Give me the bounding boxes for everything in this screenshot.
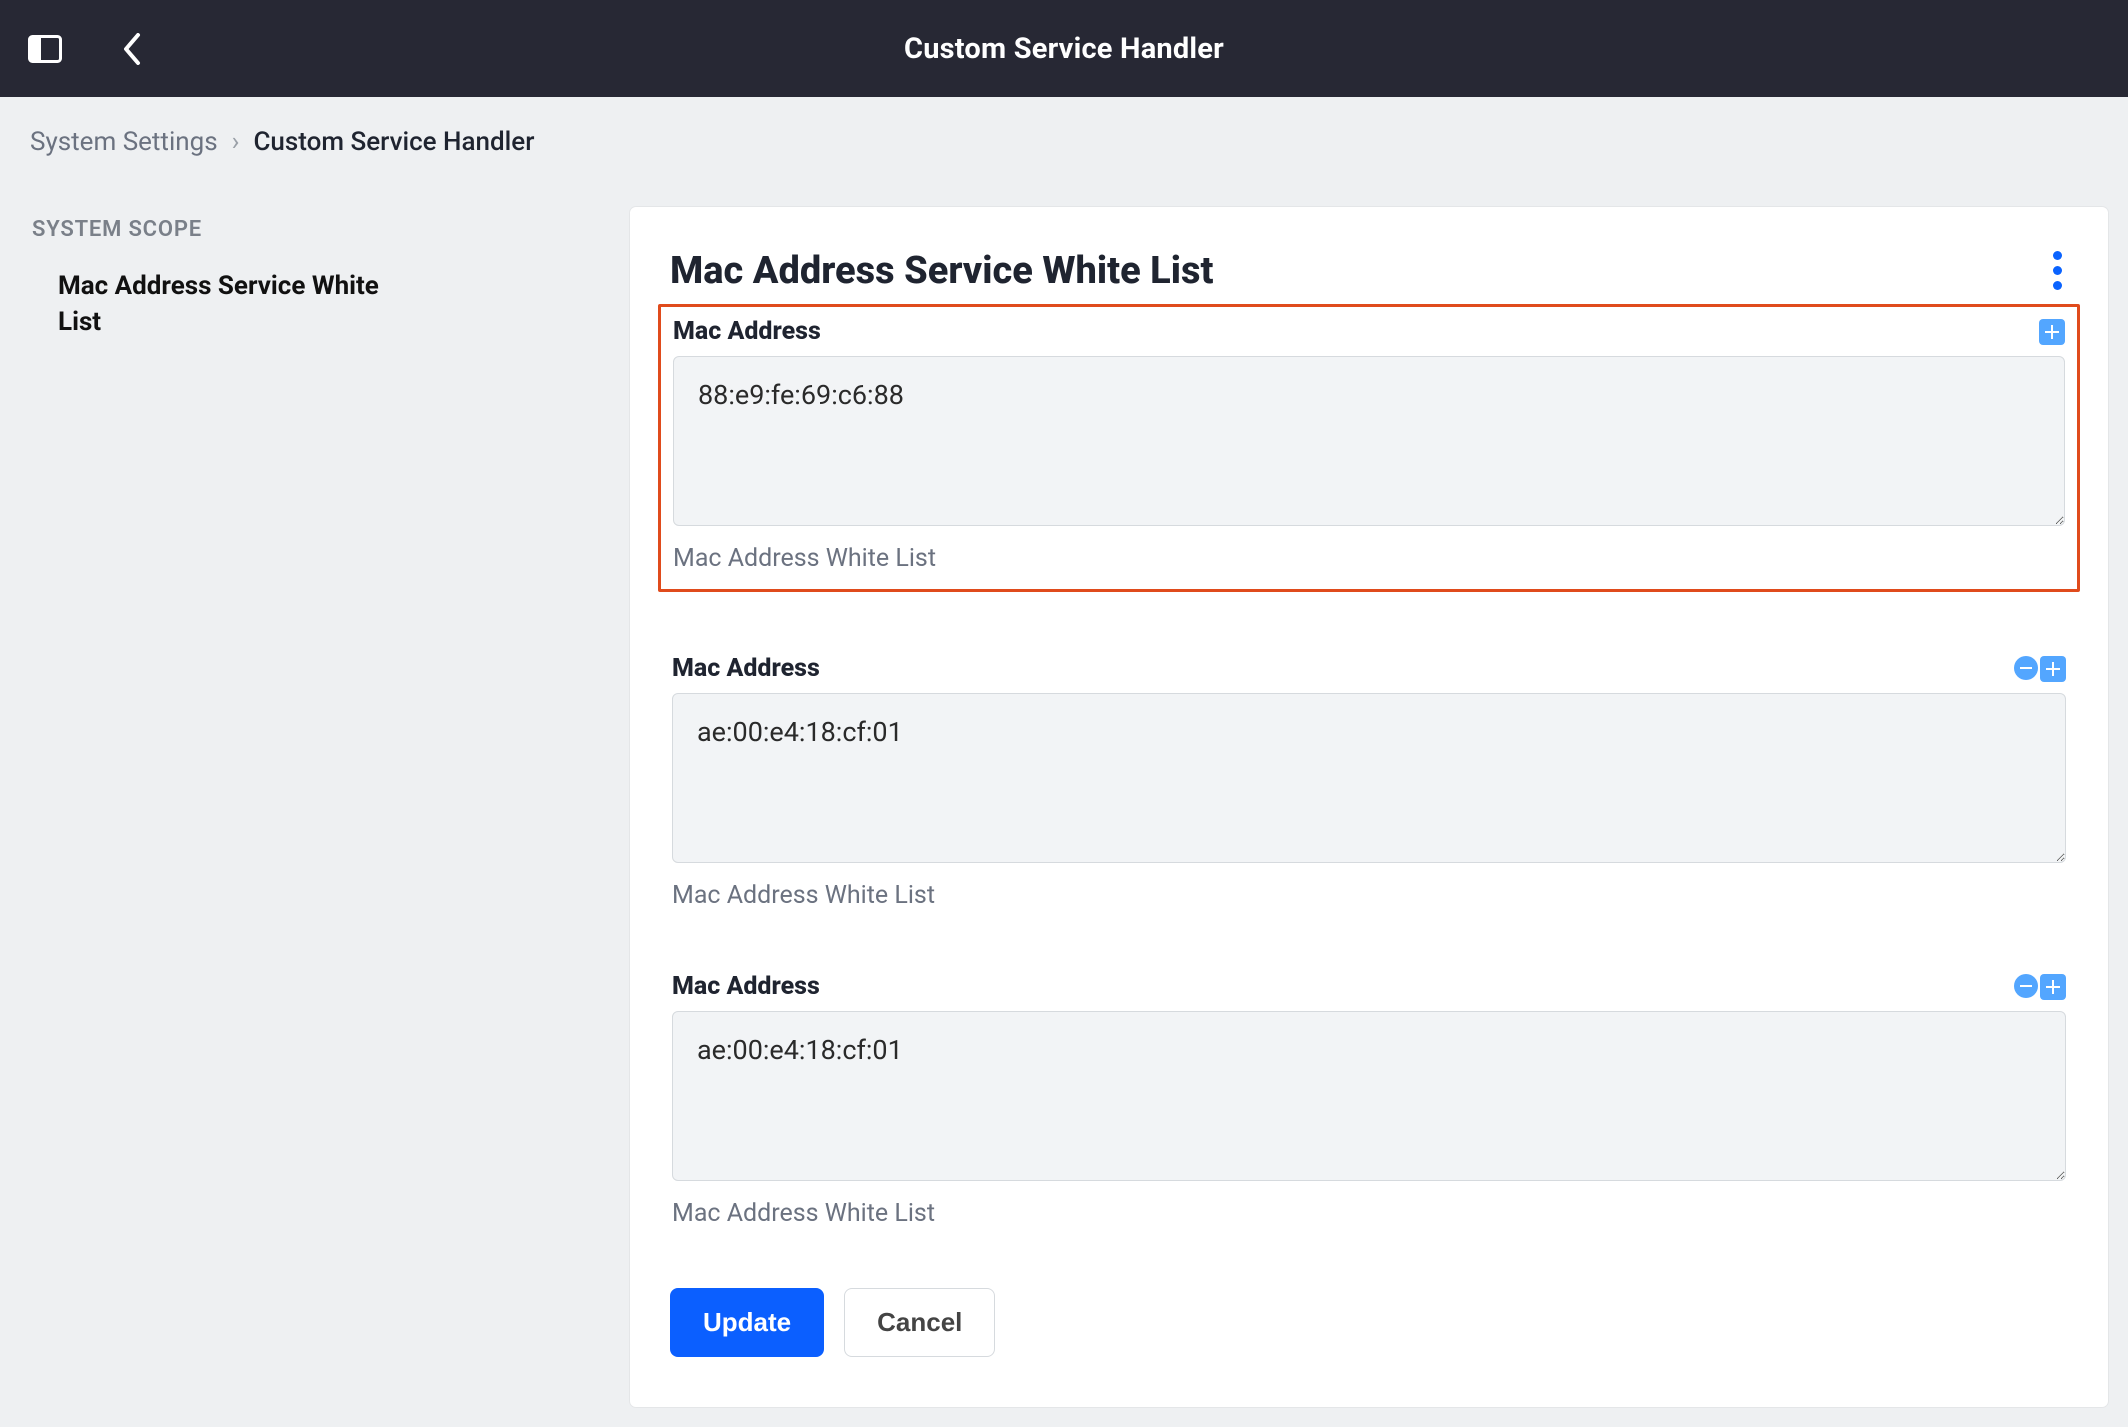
mac-address-input[interactable]: [672, 693, 2066, 863]
add-icon[interactable]: [2039, 319, 2065, 345]
back-icon[interactable]: [122, 33, 142, 65]
update-button[interactable]: Update: [670, 1288, 824, 1357]
card-title: Mac Address Service White List: [670, 249, 1213, 293]
panel-toggle-icon[interactable]: [28, 35, 62, 63]
settings-card: Mac Address Service White List Mac Addre…: [630, 207, 2108, 1407]
page-title: Custom Service Handler: [0, 32, 2128, 66]
field-label: Mac Address: [673, 317, 821, 346]
remove-icon[interactable]: [2014, 974, 2038, 998]
chevron-right-icon: ›: [232, 127, 240, 157]
field-group: Mac Address Mac Address White List: [658, 304, 2080, 592]
field-group: Mac Address Mac Address White List: [670, 962, 2068, 1228]
field-helper: Mac Address White List: [672, 1199, 2066, 1228]
sidebar-heading: SYSTEM SCOPE: [32, 217, 590, 242]
breadcrumb-current: Custom Service Handler: [253, 127, 534, 157]
field-label: Mac Address: [672, 654, 820, 683]
field-group: Mac Address Mac Address White List: [670, 644, 2068, 910]
field-helper: Mac Address White List: [672, 881, 2066, 910]
cancel-button[interactable]: Cancel: [844, 1288, 995, 1357]
add-icon[interactable]: [2040, 974, 2066, 1000]
breadcrumb-parent[interactable]: System Settings: [30, 127, 218, 157]
add-icon[interactable]: [2040, 656, 2066, 682]
more-options-icon[interactable]: [2047, 247, 2068, 294]
remove-icon[interactable]: [2014, 656, 2038, 680]
mac-address-input[interactable]: [673, 356, 2065, 526]
app-header: Custom Service Handler: [0, 0, 2128, 97]
sidebar: SYSTEM SCOPE Mac Address Service White L…: [30, 207, 590, 1407]
sidebar-item-mac-whitelist[interactable]: Mac Address Service White List: [30, 268, 390, 341]
field-label: Mac Address: [672, 972, 820, 1001]
field-helper: Mac Address White List: [673, 544, 2065, 573]
breadcrumb: System Settings › Custom Service Handler: [0, 97, 2128, 167]
mac-address-input[interactable]: [672, 1011, 2066, 1181]
